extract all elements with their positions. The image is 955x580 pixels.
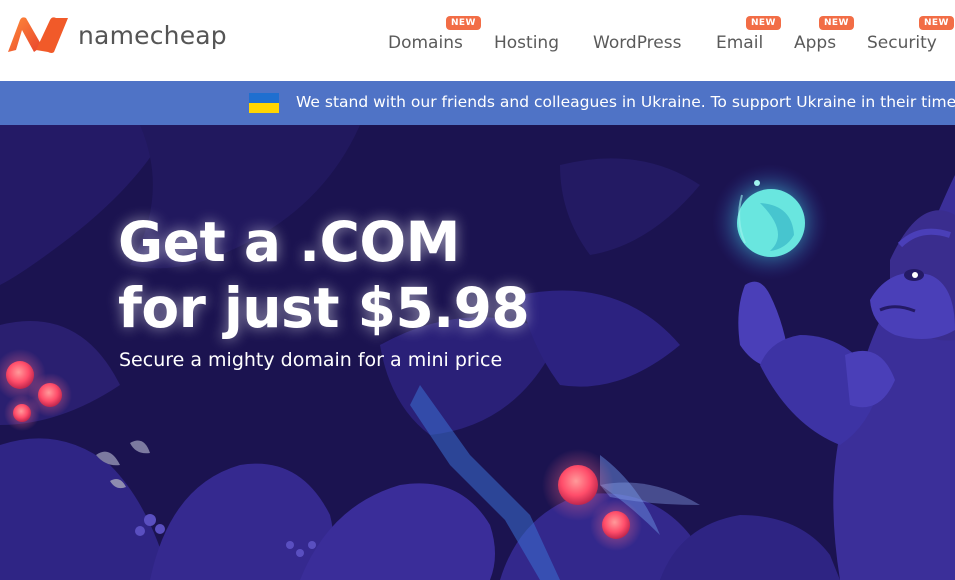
hero-headline-line1: Get a .COM [118,210,460,274]
foreground-foliage [0,385,840,580]
apps-new-badge: NEW [819,16,854,30]
email-new-badge: NEW [746,16,781,30]
hero-subtitle: Secure a mighty domain for a mini price [119,349,503,371]
hero-headline: Get a .COM for just $5.98 [118,209,530,341]
nav-item-hosting[interactable]: Hosting [494,33,559,53]
main-nav: NEW Domains Hosting WordPress NEW Email … [0,0,955,81]
nav-item-email[interactable]: Email [716,33,763,53]
site-header: namecheap NEW Domains Hosting WordPress … [0,0,955,81]
nav-item-wordpress[interactable]: WordPress [593,33,681,53]
ukraine-banner[interactable]: We stand with our friends and colleagues… [0,81,955,125]
hero-headline-line2: for just $5.98 [118,276,530,340]
ukraine-flag-icon [249,93,279,113]
glowing-orb [712,164,828,280]
nav-item-security[interactable]: Security [867,33,937,53]
security-new-badge: NEW [919,16,954,30]
nav-item-apps[interactable]: Apps [794,33,836,53]
domains-new-badge: NEW [446,16,481,30]
hero-section: Get a .COM for just $5.98 Secure a might… [0,125,955,580]
banner-text: We stand with our friends and colleagues… [296,93,955,111]
nav-item-domains[interactable]: Domains [388,33,463,53]
